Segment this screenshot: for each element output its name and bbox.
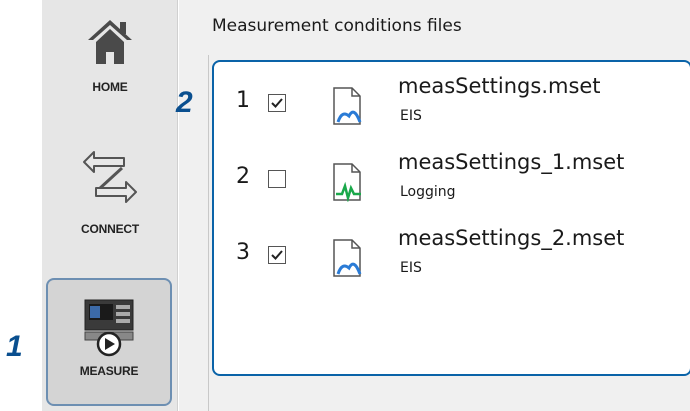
file-number: 2 [236,164,250,189]
home-icon [88,20,132,64]
file-row[interactable]: 3 measSettings_2.mset EIS [214,224,690,296]
panel-divider [208,55,209,411]
connect-icon [83,151,137,203]
file-name: measSettings_1.mset [398,150,625,174]
eis-file-icon [333,87,362,125]
callout-2: 2 [176,86,193,119]
file-name: measSettings_2.mset [398,226,625,250]
measure-label: MEASURE [79,364,139,378]
file-type: EIS [400,260,422,276]
home-button[interactable]: HOME [42,14,178,124]
file-type: Logging [400,184,456,200]
file-row[interactable]: 2 measSettings_1.mset Logging [214,148,690,220]
callout-1: 1 [6,330,23,363]
logging-file-icon [333,163,361,202]
file-name: measSettings.mset [398,74,601,98]
eis-file-icon [333,239,362,277]
checkmark-icon [271,250,283,260]
file-checkbox[interactable] [268,170,286,188]
section-title: Measurement conditions files [212,16,462,36]
sidebar: HOME CONNECT MEASURE [42,0,178,411]
file-number: 3 [236,240,250,265]
measure-button[interactable]: MEASURE [46,278,172,406]
home-label: HOME [92,80,128,94]
connect-label: CONNECT [81,222,139,236]
file-checkbox[interactable] [268,94,286,112]
measure-icon [84,299,134,357]
file-number: 1 [236,88,250,113]
file-row[interactable]: 1 measSettings.mset EIS [214,72,690,144]
checkmark-icon [271,98,283,108]
connect-button[interactable]: CONNECT [42,150,178,260]
file-type: EIS [400,108,422,124]
file-list: 1 measSettings.mset EIS 2 measSettings_1… [212,60,690,376]
file-checkbox[interactable] [268,246,286,264]
